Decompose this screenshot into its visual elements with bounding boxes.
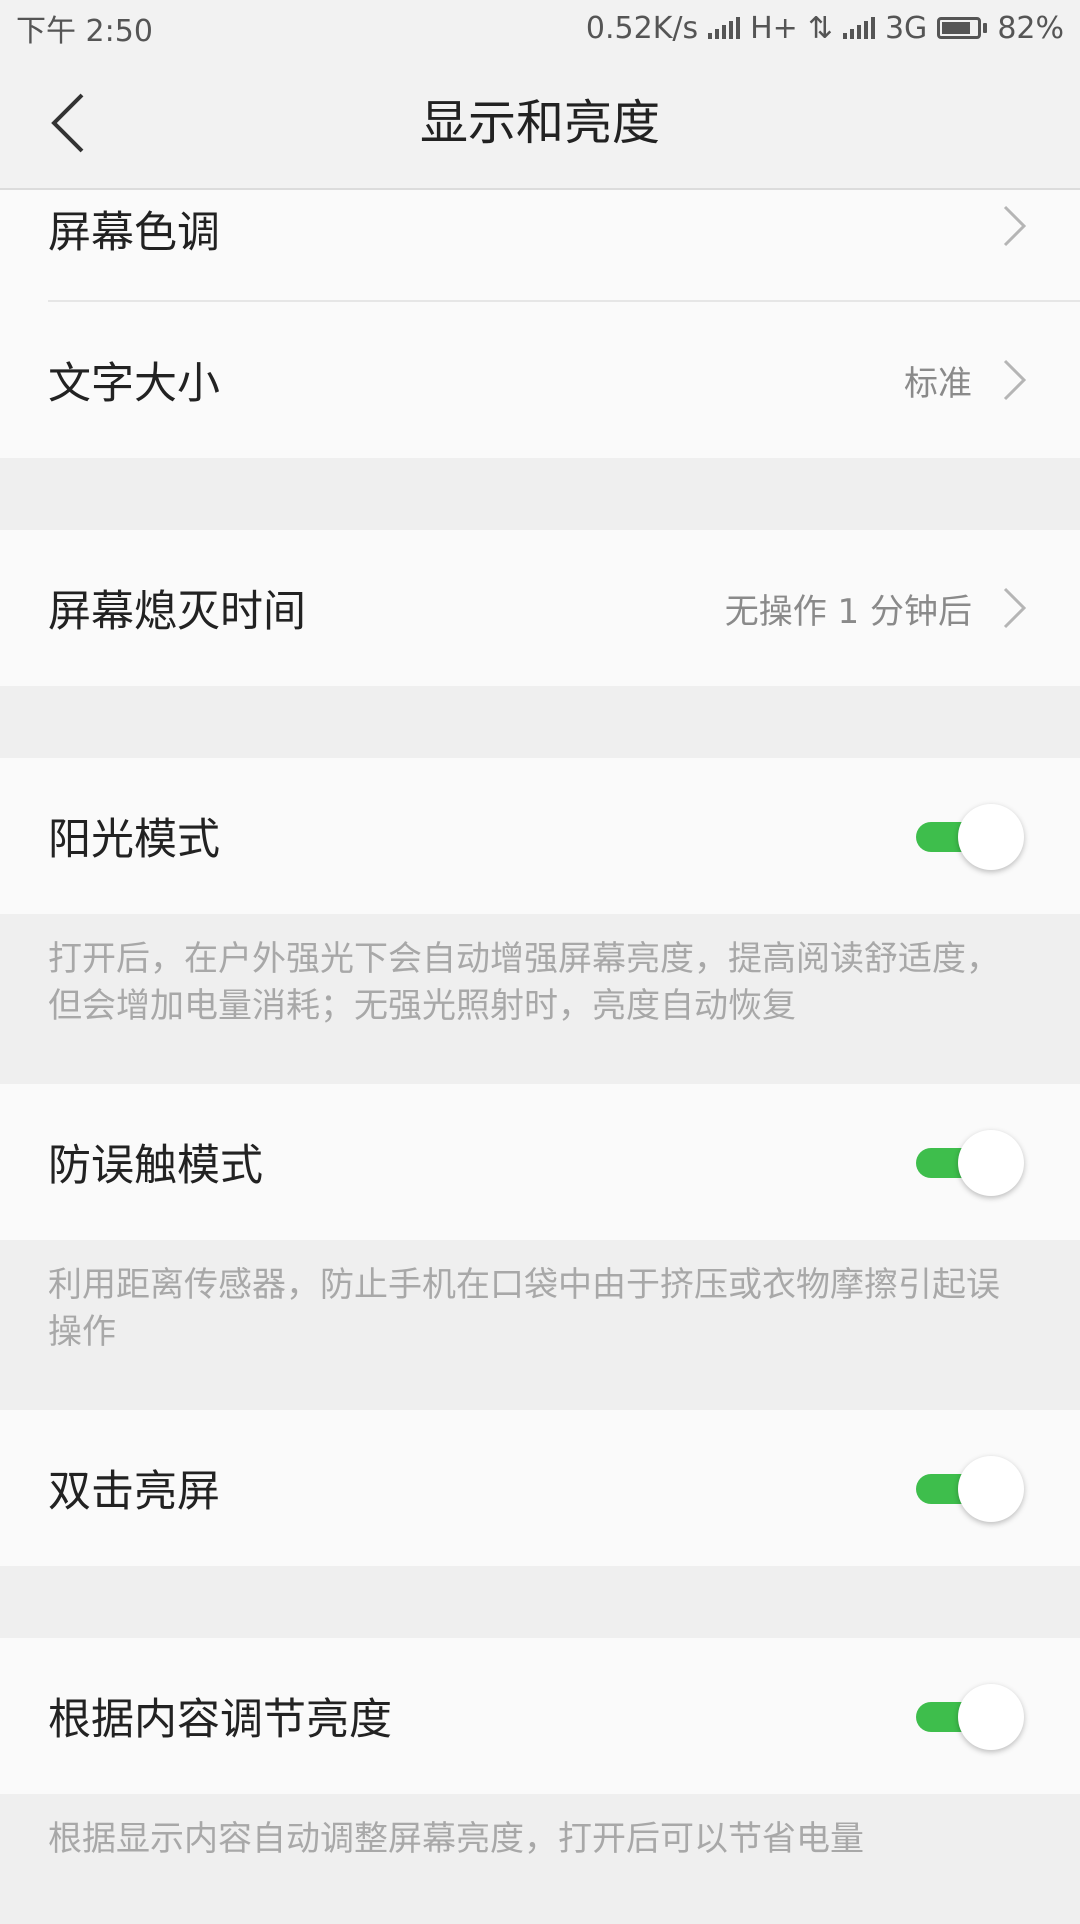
toggle-knob (958, 1130, 1024, 1196)
net-speed: 0.52K/s (585, 10, 699, 46)
setting-label: 文字大小 (48, 359, 220, 409)
net-type-hplus: H+ (750, 10, 798, 46)
section-gap (0, 1566, 1080, 1638)
setting-label: 根据内容调节亮度 (48, 1695, 392, 1745)
net-type-3g: 3G (884, 10, 928, 46)
section-gap (0, 686, 1080, 758)
status-indicators: 0.52K/s H+ ⇅ 3G 82% (586, 11, 1064, 46)
section-gap (0, 458, 1080, 530)
setting-double-tap-wake: 双击亮屏 (0, 1410, 1080, 1566)
signal-icon (708, 17, 741, 39)
chevron-right-icon (1002, 202, 1032, 250)
setting-screen-timeout[interactable]: 屏幕熄灭时间 无操作 1 分钟后 (0, 530, 1080, 686)
setting-value: 标准 (904, 363, 972, 404)
page-title: 显示和亮度 (419, 95, 660, 151)
toggle-knob (958, 1456, 1024, 1522)
setting-label: 防误触模式 (48, 1141, 263, 1191)
chevron-right-icon (1002, 356, 1032, 404)
status-bar: 下午 2:50 0.52K/s H+ ⇅ 3G 82% (0, 0, 1080, 56)
setting-description: 利用距离传感器，防止手机在口袋中由于挤压或衣物摩擦引起误操作 (0, 1240, 1080, 1410)
setting-description: 打开后，在户外强光下会自动增强屏幕亮度，提高阅读舒适度，但会增加电量消耗；无强光… (0, 914, 1080, 1084)
setting-label: 双击亮屏 (48, 1467, 220, 1517)
setting-sunlight-mode: 阳光模式 (0, 758, 1080, 914)
setting-anti-mistouch: 防误触模式 (0, 1084, 1080, 1240)
toggle-knob (958, 804, 1024, 870)
setting-label: 屏幕色调 (48, 208, 220, 258)
content-brightness-toggle[interactable] (916, 1684, 1024, 1750)
setting-label: 阳光模式 (48, 815, 220, 865)
double-tap-wake-toggle[interactable] (916, 1456, 1024, 1522)
status-time: 下午 2:50 (16, 14, 153, 49)
toggle-knob (958, 1684, 1024, 1750)
title-bar: 显示和亮度 (0, 56, 1080, 190)
signal-icon-2 (842, 17, 875, 39)
chevron-right-icon (1002, 584, 1032, 632)
battery-percent: 82% (997, 10, 1064, 46)
sunlight-mode-toggle[interactable] (916, 804, 1024, 870)
data-transfer-icon: ⇅ (807, 10, 833, 46)
battery-icon (937, 17, 988, 39)
anti-mistouch-toggle[interactable] (916, 1130, 1024, 1196)
setting-font-size[interactable]: 文字大小 标准 (0, 302, 1080, 458)
setting-value: 无操作 1 分钟后 (724, 591, 972, 632)
settings-list: 屏幕色调 文字大小 标准 屏幕熄灭时间 无操作 1 分钟后 阳光模式 打开后，在… (0, 190, 1080, 1924)
setting-label: 屏幕熄灭时间 (48, 587, 306, 637)
setting-screen-tone[interactable]: 屏幕色调 (0, 190, 1080, 300)
setting-content-brightness: 根据内容调节亮度 (0, 1638, 1080, 1794)
setting-description: 根据显示内容自动调整屏幕亮度，打开后可以节省电量 (0, 1794, 1080, 1924)
